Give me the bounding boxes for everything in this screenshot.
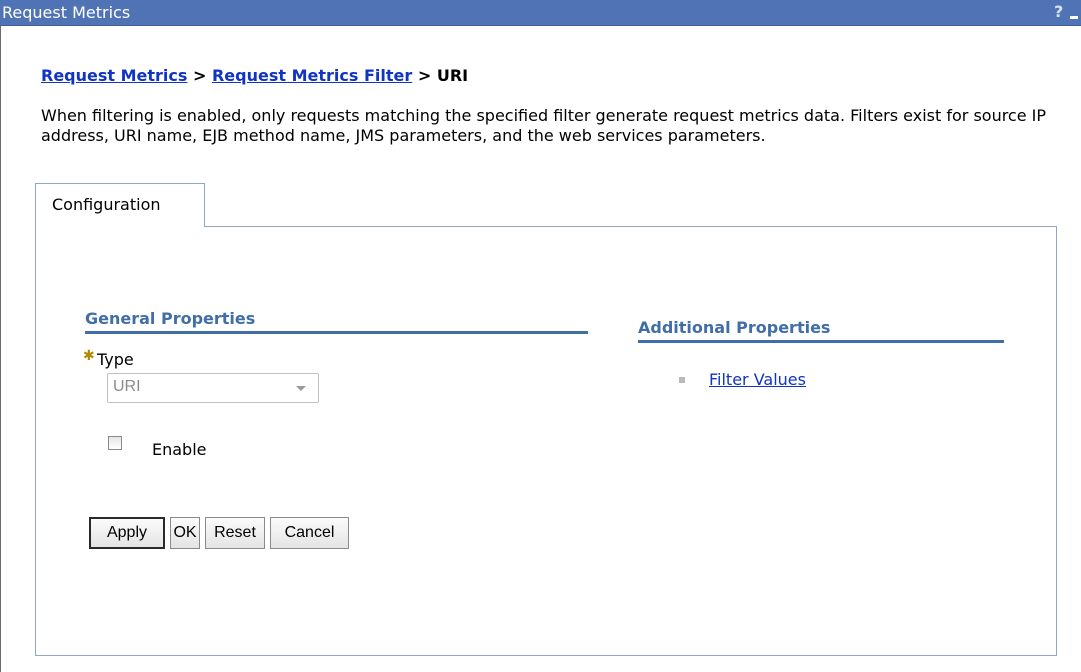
filter-values-link[interactable]: Filter Values — [709, 370, 806, 389]
tab-configuration-label: Configuration — [52, 195, 161, 214]
tab-configuration[interactable]: Configuration — [35, 183, 205, 227]
window-title: Request Metrics — [2, 3, 131, 22]
general-properties-header: General Properties — [85, 309, 588, 334]
chevron-down-icon — [296, 386, 306, 391]
window-frame-left — [0, 26, 1, 672]
type-select[interactable]: URI — [107, 373, 319, 403]
page-description: When filtering is enabled, only requests… — [41, 106, 1047, 145]
ok-button[interactable]: OK — [170, 517, 200, 549]
breadcrumb: Request Metrics > Request Metrics Filter… — [41, 66, 468, 85]
enable-checkbox[interactable] — [108, 436, 122, 450]
type-label: Type — [97, 350, 134, 369]
breadcrumb-link-request-metrics[interactable]: Request Metrics — [41, 66, 187, 85]
enable-checkbox-label[interactable]: Enable — [152, 440, 207, 459]
breadcrumb-current: URI — [436, 66, 469, 85]
required-icon: ✱ — [83, 348, 95, 364]
minimize-icon[interactable] — [1070, 16, 1078, 19]
breadcrumb-link-request-metrics-filter[interactable]: Request Metrics Filter — [212, 66, 412, 85]
reset-button[interactable]: Reset — [205, 517, 265, 549]
window-titlebar: Request Metrics ? — [0, 0, 1081, 26]
breadcrumb-separator: > — [193, 66, 207, 85]
apply-button[interactable]: Apply — [89, 517, 165, 549]
breadcrumb-separator: > — [417, 66, 432, 85]
bullet-icon — [679, 377, 685, 383]
help-icon[interactable]: ? — [1054, 2, 1063, 21]
type-select-value: URI — [113, 378, 141, 395]
cancel-button[interactable]: Cancel — [270, 517, 349, 549]
additional-properties-header: Additional Properties — [638, 318, 1004, 343]
